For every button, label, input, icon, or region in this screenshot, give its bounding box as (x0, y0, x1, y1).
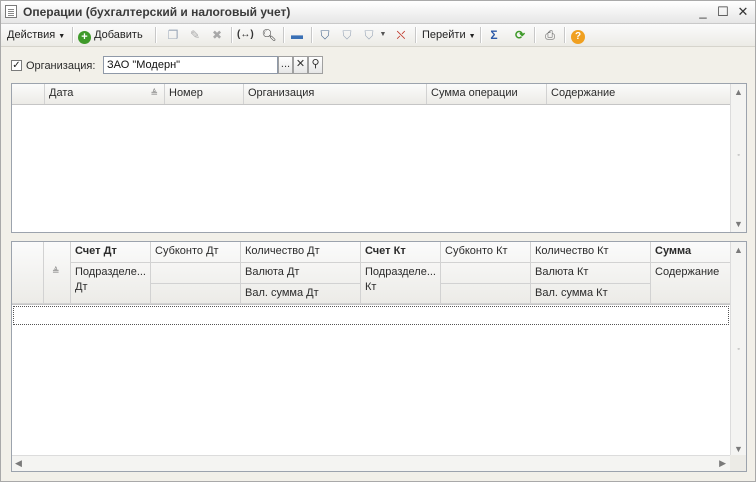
column-header-currency-kt[interactable]: Валюта Кт (531, 263, 651, 284)
post-icon[interactable]: ▬ (289, 27, 305, 43)
entries-new-row[interactable] (13, 306, 729, 325)
dropdown-arrow-icon: ▼ (468, 33, 476, 40)
column-header-currency-amount-dt[interactable]: Вал. сумма Дт (241, 284, 361, 304)
toolbar-separator (283, 27, 284, 43)
operations-table-scrollbar[interactable]: ▲ ◦ ▼ (730, 84, 746, 232)
column-header-content[interactable]: Содержание (651, 263, 730, 304)
scroll-left-icon[interactable]: ◀ (15, 458, 22, 469)
organization-input[interactable]: ЗАО "Модерн" (103, 56, 278, 74)
column-header-subconto-dt[interactable]: Субконто Дт (151, 242, 241, 263)
column-header-subconto-dt-2 (151, 263, 241, 284)
actions-menu[interactable]: Действия ▼ (7, 26, 65, 44)
column-header-currency-dt[interactable]: Валюта Дт (241, 263, 361, 284)
scroll-up-icon[interactable]: ▲ (733, 245, 744, 255)
column-header-subconto-kt-3 (441, 284, 531, 304)
sort-icon: ≜ (150, 88, 158, 98)
search-button[interactable]: ⚲ (308, 56, 323, 74)
column-header-subconto-kt[interactable]: Субконто Кт (441, 242, 531, 263)
balance-icon[interactable]: (↔) (237, 27, 254, 43)
window-title: Операции (бухгалтерский и налоговый учет… (23, 5, 291, 19)
toolbar-separator (155, 27, 156, 43)
scroll-down-icon[interactable]: ▼ (733, 444, 744, 454)
scroll-right-icon[interactable]: ▶ (719, 458, 726, 469)
entries-table: ≜ Счет Дт Подразделе... Дт Субконто Дт К… (11, 241, 747, 472)
filter-clear-icon[interactable]: ⛌ (393, 27, 409, 43)
entries-table-scrollbar[interactable]: ▲ ◦ ▼ (730, 242, 746, 457)
toolbar: Действия ▼ + Добавить ❐ ✎ ✖ (↔) 🔍︎ ▬ ⛉ ⛉… (1, 24, 755, 47)
window: Операции (бухгалтерский и налоговый учет… (0, 0, 756, 482)
help-icon[interactable]: ? (570, 27, 586, 44)
select-button[interactable]: ... (278, 56, 293, 74)
maximize-button[interactable]: ☐ (715, 4, 731, 20)
refresh-icon[interactable]: ⟳ (512, 27, 528, 43)
operations-table-header: Дата ≜ Номер Организация Сумма операции … (12, 84, 730, 105)
column-header-organization[interactable]: Организация (244, 84, 427, 104)
scroll-corner (730, 455, 746, 471)
clear-button[interactable]: ✕ (293, 56, 308, 74)
scroll-thumb-icon[interactable]: ◦ (733, 346, 744, 353)
minimize-button[interactable]: _ (695, 4, 711, 20)
toolbar-separator (480, 27, 481, 43)
add-button[interactable]: + Добавить (78, 26, 143, 44)
entries-table-hscrollbar[interactable]: ◀ ▶ (12, 455, 730, 471)
column-header-content[interactable]: Содержание (547, 84, 730, 104)
dropdown-arrow-icon: ▼ (58, 33, 66, 40)
filter-icon[interactable]: ⛉ (317, 27, 333, 43)
sort-icon: ≜ (52, 266, 60, 276)
column-header-amount[interactable]: Сумма операции (427, 84, 547, 104)
toolbar-separator (564, 27, 565, 43)
entries-marker-column (12, 242, 44, 304)
column-header-sum[interactable]: Сумма (651, 242, 730, 263)
toolbar-separator (231, 27, 232, 43)
column-header-number[interactable]: Номер (165, 84, 244, 104)
column-header-quantity-dt[interactable]: Количество Дт (241, 242, 361, 263)
print-icon[interactable]: ⎙ (542, 27, 558, 43)
search-icon[interactable]: 🔍︎ (261, 27, 277, 43)
filter-list-icon[interactable]: ⛉ (339, 27, 355, 43)
toolbar-separator (534, 27, 535, 43)
operations-table: Дата ≜ Номер Организация Сумма операции … (11, 83, 747, 233)
title-bar: Операции (бухгалтерский и налоговый учет… (1, 1, 755, 24)
scroll-thumb-icon[interactable]: ◦ (733, 152, 744, 159)
column-header-department-kt[interactable]: Подразделе... Кт (361, 263, 441, 304)
entries-table-header: ≜ Счет Дт Подразделе... Дт Субконто Дт К… (12, 242, 730, 305)
goto-menu[interactable]: Перейти ▼ (422, 26, 476, 44)
toolbar-separator (311, 27, 312, 43)
organization-filter-label: Организация: (26, 60, 96, 72)
column-header-account-dt[interactable]: Счет Дт (71, 242, 151, 263)
add-button-label: Добавить (94, 29, 143, 41)
dropdown-arrow-icon[interactable]: ▼ (375, 27, 391, 43)
toolbar-separator (415, 27, 416, 43)
delete-icon[interactable]: ✖ (209, 27, 225, 43)
entries-sort-column[interactable]: ≜ (44, 242, 71, 304)
edit-icon[interactable]: ✎ (187, 27, 203, 43)
journal-icon (5, 5, 17, 18)
goto-menu-label: Перейти (422, 29, 466, 41)
organization-filter-checkbox[interactable]: ✓ (11, 60, 22, 71)
column-header-department-dt[interactable]: Подразделе... Дт (71, 263, 151, 304)
scroll-up-icon[interactable]: ▲ (733, 87, 744, 97)
operations-table-marker-column (12, 84, 45, 104)
sum-icon[interactable]: Σ (486, 27, 502, 43)
column-header-subconto-kt-2 (441, 263, 531, 284)
toolbar-separator (72, 27, 73, 43)
column-header-subconto-dt-3 (151, 284, 241, 304)
column-header-date[interactable]: Дата ≜ (45, 84, 165, 104)
copy-icon[interactable]: ❐ (165, 27, 181, 43)
add-icon: + (78, 31, 91, 44)
actions-menu-label: Действия (7, 29, 56, 41)
column-header-quantity-kt[interactable]: Количество Кт (531, 242, 651, 263)
column-header-currency-amount-kt[interactable]: Вал. сумма Кт (531, 284, 651, 304)
organization-filter: ✓ Организация: ЗАО "Модерн" ... ✕ ⚲ (1, 55, 755, 77)
column-header-account-kt[interactable]: Счет Кт (361, 242, 441, 263)
scroll-down-icon[interactable]: ▼ (733, 219, 744, 229)
close-button[interactable]: ✕ (735, 4, 751, 20)
